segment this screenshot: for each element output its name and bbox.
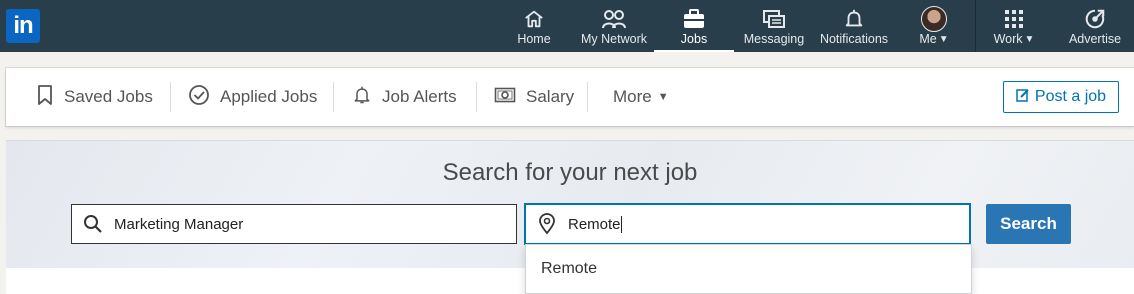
text-cursor xyxy=(620,215,622,233)
more-menu[interactable]: More ▼ xyxy=(613,68,669,126)
autocomplete-option[interactable]: Remote xyxy=(541,260,597,278)
chevron-down-icon: ▼ xyxy=(1024,33,1035,45)
nav-item-messaging[interactable]: Messaging xyxy=(740,0,808,52)
divider xyxy=(170,82,171,112)
nav-item-me[interactable]: Me ▼ xyxy=(912,0,956,52)
location-input-value: Remote xyxy=(568,215,621,233)
bookmark-icon xyxy=(36,84,54,111)
avatar xyxy=(921,6,947,32)
bell-icon xyxy=(352,84,372,111)
edit-icon xyxy=(1016,88,1030,107)
money-icon xyxy=(494,86,516,109)
search-title: Search for your next job xyxy=(442,159,698,186)
keyword-search-input[interactable]: Marketing Manager xyxy=(71,204,517,244)
nav-label-home: Home xyxy=(517,32,551,46)
grid-icon xyxy=(1004,8,1024,30)
nav-label-jobs: Jobs xyxy=(680,32,708,46)
nav-label-notifications: Notifications xyxy=(819,32,889,46)
nav-item-my-network[interactable]: My Network xyxy=(574,0,654,52)
nav-label-advertise: Advertise xyxy=(1068,32,1122,46)
avatar-wrapper xyxy=(921,6,947,32)
job-alerts-link[interactable]: Job Alerts xyxy=(352,68,457,126)
job-alerts-label: Job Alerts xyxy=(382,87,457,106)
nav-label-me-wrapper: Me ▼ xyxy=(919,32,948,46)
messaging-icon xyxy=(762,8,786,30)
nav-label-work-wrapper: Work ▼ xyxy=(994,32,1035,46)
applied-jobs-link[interactable]: Applied Jobs xyxy=(188,68,317,126)
chevron-down-icon: ▼ xyxy=(938,33,949,45)
nav-item-work[interactable]: Work ▼ xyxy=(986,0,1042,52)
jobs-subnav: Saved Jobs Applied Jobs Job Alerts Salar… xyxy=(6,68,1134,126)
chevron-down-icon: ▼ xyxy=(657,91,669,103)
search-button[interactable]: Search xyxy=(986,204,1071,244)
top-navigation-bar: in Home My Network Jobs Messaging Notifi… xyxy=(0,0,1134,52)
location-pin-icon xyxy=(526,213,568,235)
nav-label-me: Me xyxy=(919,32,937,46)
salary-link[interactable]: Salary xyxy=(494,68,574,126)
nav-item-jobs[interactable]: Jobs xyxy=(654,0,734,52)
search-icon xyxy=(72,214,114,234)
advertise-icon xyxy=(1084,8,1106,30)
nav-item-home[interactable]: Home xyxy=(505,0,563,52)
applied-jobs-label: Applied Jobs xyxy=(220,87,318,106)
briefcase-icon xyxy=(682,8,706,30)
network-icon xyxy=(601,8,627,30)
keyword-input-value: Marketing Manager xyxy=(114,215,244,233)
post-job-button[interactable]: Post a job xyxy=(1003,81,1119,113)
salary-label: Salary xyxy=(526,87,575,106)
home-icon xyxy=(523,8,545,30)
saved-jobs-link[interactable]: Saved Jobs xyxy=(36,68,153,126)
nav-label-my-network: My Network xyxy=(581,32,647,46)
check-circle-icon xyxy=(188,84,210,111)
nav-item-notifications[interactable]: Notifications xyxy=(814,0,894,52)
location-search-input[interactable]: Remote xyxy=(525,204,970,244)
active-tab-indicator xyxy=(654,50,734,52)
divider xyxy=(587,82,588,112)
bell-icon xyxy=(843,8,865,30)
nav-label-work: Work xyxy=(993,32,1023,46)
saved-jobs-label: Saved Jobs xyxy=(64,87,153,106)
divider xyxy=(333,82,334,112)
location-autocomplete-dropdown: Remote xyxy=(525,244,972,294)
nav-item-advertise[interactable]: Advertise xyxy=(1062,0,1128,52)
more-label: More xyxy=(613,87,652,106)
divider xyxy=(476,82,477,112)
nav-label-messaging: Messaging xyxy=(743,32,805,46)
nav-divider xyxy=(975,0,976,52)
post-job-label: Post a job xyxy=(1034,88,1107,105)
linkedin-logo[interactable]: in xyxy=(6,9,40,43)
